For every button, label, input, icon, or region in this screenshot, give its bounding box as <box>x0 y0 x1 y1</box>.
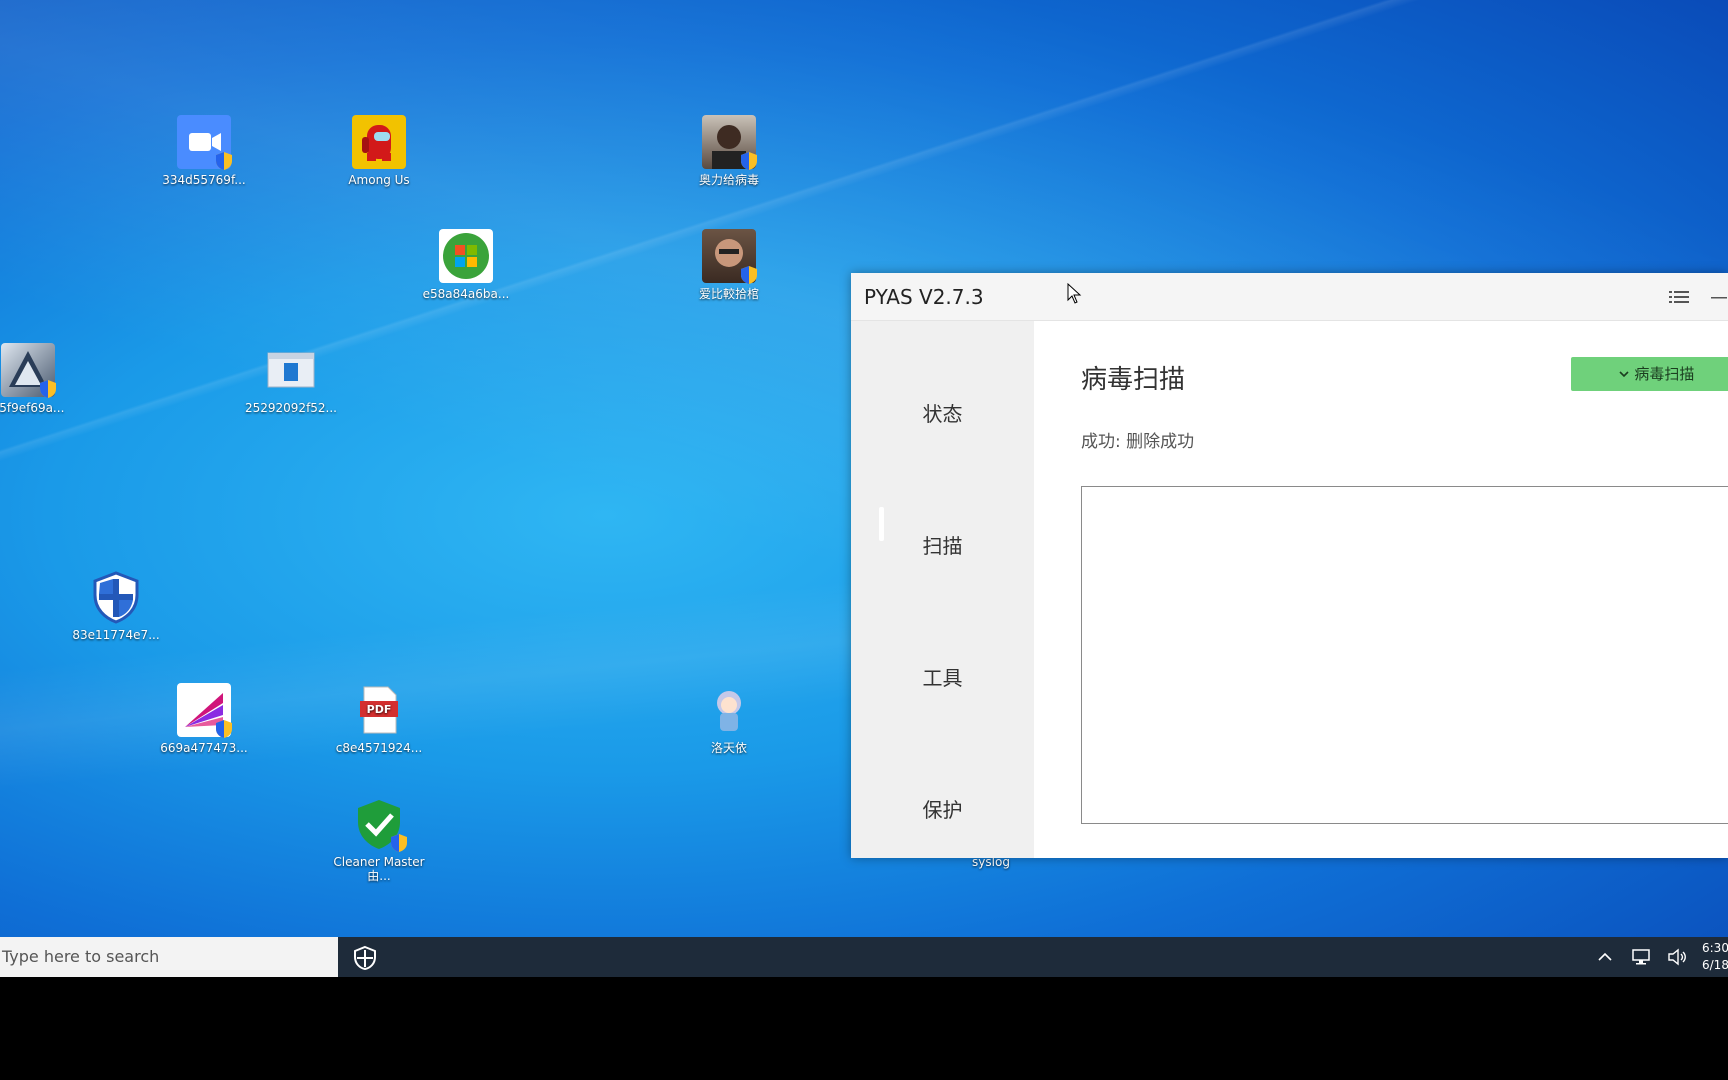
windows-security-shield-icon[interactable] <box>352 945 378 971</box>
virus-scan-dropdown-button[interactable]: 病毒扫描 <box>1571 357 1728 391</box>
desktop-icon-e58a84a6ba[interactable]: e58a84a6ba... <box>416 229 516 301</box>
desktop-icon-cleaner-master[interactable]: Cleaner Master由... <box>329 797 429 883</box>
desktop-icon-photo-2[interactable]: 爱比較拾棺 <box>679 229 779 301</box>
shield-icon <box>89 570 143 624</box>
desktop-icon-aoligei-virus[interactable]: 奥力给病毒 <box>679 115 779 187</box>
windows-orb-icon <box>439 229 493 283</box>
installer-app-icon <box>1 343 56 398</box>
desktop-icon-83e11774e7[interactable]: 83e11774e7... <box>66 570 166 642</box>
desktop-icon-label: 669a477473... <box>160 741 248 755</box>
person-photo-icon <box>702 115 757 170</box>
desktop-icon-669a477473[interactable]: 669a477473... <box>154 683 254 755</box>
status-message: 成功: 删除成功 <box>1081 432 1195 452</box>
sidebar-item-status[interactable]: 状态 <box>851 389 1034 439</box>
window-title: PYAS V2.7.3 <box>864 285 984 309</box>
desktop-icon-luotianyi[interactable]: 洛天依 <box>679 683 779 755</box>
video-app-icon <box>177 115 232 170</box>
desktop-icon-label: 奥力给病毒 <box>698 173 759 187</box>
clock-date: 6/18 <box>1702 958 1728 972</box>
desktop-icon-label: 334d55769f... <box>162 173 246 187</box>
desktop-icon-d5f9ef69a[interactable]: d5f9ef69a... <box>0 343 78 415</box>
desktop-icon-label: 洛天依 <box>710 741 747 755</box>
desktop-icon-label: 83e11774e7... <box>72 628 160 642</box>
clock-time: 6:30 <box>1702 941 1728 955</box>
svg-text:PDF: PDF <box>367 703 392 716</box>
desktop-icon-c8e4571924[interactable]: PDF c8e4571924... <box>329 683 429 755</box>
sidebar-item-tools[interactable]: 工具 <box>851 653 1034 703</box>
desktop-icon-label: c8e4571924... <box>335 741 423 755</box>
desktop-icon-label: Cleaner Master由... <box>333 855 425 883</box>
desktop-background: 334d55769f... Among Us 奥力给病毒 e58a84a6ba.… <box>0 0 1728 937</box>
taskbar: Type here to search 6:30 6/18 <box>0 937 1728 977</box>
menu-icon[interactable] <box>1667 287 1691 307</box>
color-fan-app-icon <box>177 683 232 738</box>
volume-icon[interactable] <box>1666 947 1688 967</box>
minimize-icon[interactable] <box>1709 287 1728 307</box>
desktop-icon-25292092f52[interactable]: 25292092f52... <box>241 343 341 415</box>
pdf-file-icon: PDF <box>352 683 406 737</box>
active-nav-indicator <box>879 507 884 541</box>
window-titlebar[interactable]: PYAS V2.7.3 <box>851 273 1728 321</box>
network-icon[interactable] <box>1630 947 1652 967</box>
person-photo-icon <box>702 229 757 284</box>
desktop-icon-label: 25292092f52... <box>244 401 337 415</box>
sidebar-item-protection[interactable]: 保护 <box>851 785 1034 835</box>
taskbar-search-input[interactable]: Type here to search <box>0 937 338 977</box>
desktop-icon-label: Among Us <box>348 173 410 187</box>
window-app-icon <box>264 343 318 397</box>
desktop-icon-334d55769f[interactable]: 334d55769f... <box>154 115 254 187</box>
desktop-icon-label: d5f9ef69a... <box>0 401 65 415</box>
sidebar: 状态 扫描 工具 保护 <box>851 321 1034 858</box>
pyas-window: PYAS V2.7.3 状态 扫描 工具 保护 病毒扫描 病毒扫描 成功: 删除… <box>851 273 1728 858</box>
desktop-icon-among-us[interactable]: Among Us <box>329 115 429 187</box>
desktop-icon-label: 爱比較拾棺 <box>698 287 759 301</box>
green-shield-check-icon <box>352 797 407 852</box>
among-us-icon <box>352 115 406 169</box>
anime-character-icon <box>702 683 756 737</box>
page-title: 病毒扫描 <box>1081 365 1186 395</box>
chevron-down-icon <box>1618 365 1635 383</box>
scan-results-list[interactable] <box>1081 486 1728 824</box>
chevron-up-icon[interactable] <box>1594 947 1616 967</box>
scan-page: 病毒扫描 病毒扫描 成功: 删除成功 <box>1034 321 1728 858</box>
mouse-cursor-icon <box>1067 283 1082 304</box>
desktop-icon-label: e58a84a6ba... <box>422 287 510 301</box>
scan-button-label: 病毒扫描 <box>1634 365 1695 383</box>
taskbar-clock[interactable]: 6:30 6/18 <box>1702 940 1728 974</box>
